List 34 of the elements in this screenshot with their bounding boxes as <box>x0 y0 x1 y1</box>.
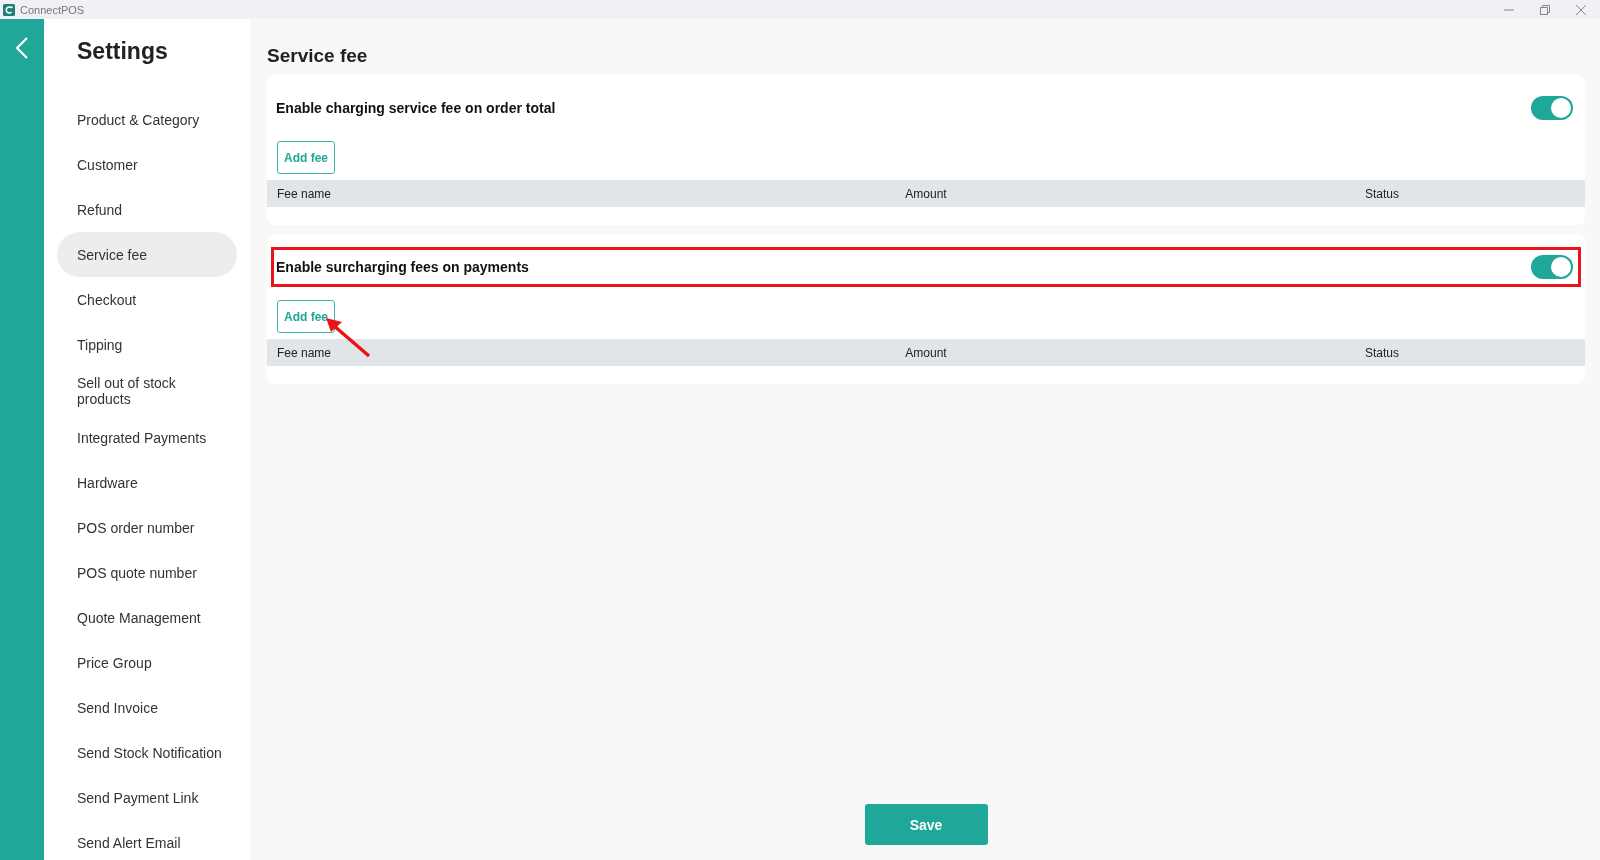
window-title: ConnectPOS <box>20 3 85 16</box>
sidebar-item[interactable]: Tipping <box>57 322 237 367</box>
sidebar-title: Settings <box>77 38 169 66</box>
sidebar-item[interactable]: Sell out of stock products <box>57 367 237 415</box>
sidebar-item[interactable]: Quote Management <box>57 595 237 640</box>
column-header: Status <box>1364 345 1400 360</box>
sidebar-item[interactable]: Service fee <box>57 232 237 277</box>
toggle-switch[interactable] <box>1531 96 1573 120</box>
setting-label: Enable charging service fee on order total <box>276 100 556 116</box>
sidebar-item[interactable]: Price Group <box>57 640 237 685</box>
sidebar-item[interactable]: POS quote number <box>57 550 237 595</box>
column-header: Status <box>1364 186 1400 201</box>
sidebar-item[interactable]: Checkout <box>57 277 237 322</box>
setting-label: Enable surcharging fees on payments <box>276 259 529 275</box>
sidebar-item[interactable]: Send Payment Link <box>57 775 237 820</box>
column-header: Fee name <box>276 345 333 360</box>
sidebar-item[interactable]: Customer <box>57 142 237 187</box>
sidebar-item[interactable]: Integrated Payments <box>57 415 237 460</box>
sidebar-item[interactable]: Send Stock Notification <box>57 730 237 775</box>
sidebar-item[interactable]: Send Invoice <box>57 685 237 730</box>
column-header: Amount <box>905 186 947 201</box>
toggle-switch[interactable] <box>1531 255 1573 279</box>
sidebar-item[interactable]: POS order number <box>57 505 237 550</box>
restore-icon[interactable] <box>1540 4 1550 15</box>
sidebar-item[interactable]: Hardware <box>57 460 237 505</box>
app-logo-icon <box>3 3 15 16</box>
sidebar-item[interactable]: Refund <box>57 187 237 232</box>
back-icon[interactable] <box>15 36 29 60</box>
column-header: Fee name <box>276 186 333 201</box>
close-icon[interactable] <box>1576 4 1586 15</box>
sidebar-item[interactable]: Send Alert Email <box>57 820 237 860</box>
sidebar-item[interactable]: Product & Category <box>57 97 237 142</box>
page-title: Service fee <box>267 45 369 68</box>
column-header: Amount <box>905 345 947 360</box>
